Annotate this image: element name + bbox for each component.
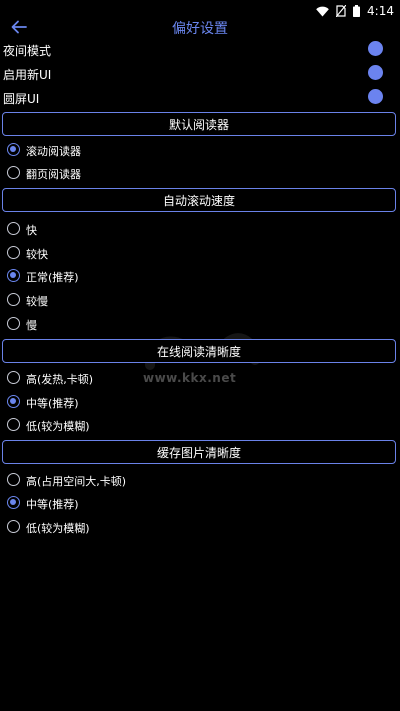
radio-unchecked-icon [7,520,20,533]
radio-label: 高(占用空间大,卡顿) [26,475,127,488]
radio-online-high[interactable]: 高(发热,卡顿) [0,368,400,390]
radio-cache-high[interactable]: 高(占用空间大,卡顿) [0,470,400,492]
section-header-scroll-speed: 自动滚动速度 [2,188,396,212]
radio-speed-fast[interactable]: 快 [0,219,400,241]
radio-cache-medium[interactable]: 中等(推荐) [0,493,400,515]
radio-label: 较慢 [26,295,48,308]
section-header-online-clarity: 在线阅读清晰度 [2,339,396,363]
toggle-label: 圆屏UI [3,92,40,106]
radio-unchecked-icon [7,371,20,384]
radio-unchecked-icon [7,293,20,306]
toggle-new-ui: 启用新UI [0,63,400,85]
page-title: 偏好设置 [172,21,228,37]
radio-checked-icon [7,269,20,282]
radio-checked-icon [7,143,20,156]
radio-unchecked-icon [7,473,20,486]
new-ui-toggle[interactable] [368,65,383,80]
round-ui-toggle[interactable] [368,89,383,104]
night-mode-toggle[interactable] [368,41,383,56]
radio-speed-slower[interactable]: 较慢 [0,290,400,312]
radio-label: 快 [26,224,37,237]
radio-unchecked-icon [7,418,20,431]
radio-checked-icon [7,395,20,408]
radio-unchecked-icon [7,166,20,179]
radio-unchecked-icon [7,246,20,259]
app-bar: 偏好设置 [0,16,400,40]
section-header-cache-clarity: 缓存图片清晰度 [2,440,396,464]
toggle-label: 启用新UI [3,68,52,82]
radio-label: 滚动阅读器 [26,145,81,158]
toggle-night-mode: 夜间模式 [0,39,400,61]
toggle-round-ui: 圆屏UI [0,87,400,109]
radio-label: 高(发热,卡顿) [26,373,94,386]
radio-cache-low[interactable]: 低(较为模糊) [0,517,400,539]
radio-checked-icon [7,496,20,509]
radio-speed-slow[interactable]: 慢 [0,314,400,336]
radio-speed-faster[interactable]: 较快 [0,243,400,265]
radio-speed-normal[interactable]: 正常(推荐) [0,266,400,288]
radio-label: 慢 [26,319,37,332]
radio-online-low[interactable]: 低(较为模糊) [0,415,400,437]
radio-reader-scroll[interactable]: 滚动阅读器 [0,140,400,162]
radio-label: 中等(推荐) [26,498,79,511]
radio-label: 低(较为模糊) [26,522,90,535]
radio-reader-page[interactable]: 翻页阅读器 [0,163,400,185]
radio-unchecked-icon [7,317,20,330]
wifi-icon [316,6,329,17]
section-header-reader: 默认阅读器 [2,112,396,136]
radio-label: 低(较为模糊) [26,420,90,433]
radio-online-medium[interactable]: 中等(推荐) [0,392,400,414]
radio-label: 中等(推荐) [26,397,79,410]
radio-label: 翻页阅读器 [26,168,81,181]
toggle-label: 夜间模式 [3,44,52,58]
radio-unchecked-icon [7,222,20,235]
screen: 4:14 偏好设置 夜间模式 启用新UI 圆屏UI 默认阅读器 滚动阅读器 翻页… [0,0,400,711]
radio-label: 较快 [26,248,48,261]
radio-label: 正常(推荐) [26,271,79,284]
